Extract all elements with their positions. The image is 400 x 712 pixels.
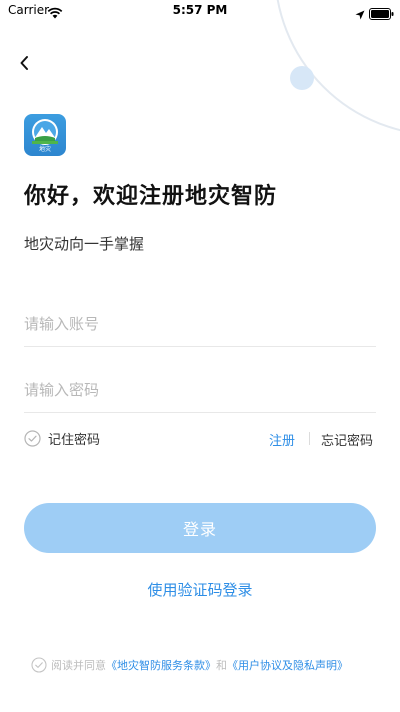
- status-time: 5:57 PM: [172, 3, 228, 17]
- page-title: 你好，欢迎注册地灾智防: [24, 184, 278, 209]
- check-circle-icon: [31, 657, 47, 673]
- links-divider: [309, 432, 310, 445]
- check-circle-icon: [24, 429, 41, 447]
- password-field: [24, 368, 376, 413]
- background-decoration: [276, 0, 400, 132]
- password-input[interactable]: [24, 368, 376, 412]
- remember-password-label: 记住密码: [48, 432, 101, 448]
- app-logo: 地灾: [24, 114, 66, 156]
- terms-link[interactable]: 《地灾智防服务条款》: [106, 657, 216, 673]
- remember-password-checkbox[interactable]: 记住密码: [24, 428, 100, 448]
- account-input[interactable]: [24, 302, 376, 346]
- agreement-row: 阅读并同意 《地灾智防服务条款》 和 《用户协议及隐私声明》: [31, 656, 348, 674]
- account-field: [24, 302, 376, 347]
- battery-icon: [369, 5, 394, 24]
- privacy-link[interactable]: 《用户协议及隐私声明》: [227, 657, 348, 673]
- forgot-password-link[interactable]: 忘记密码: [321, 430, 373, 449]
- login-button[interactable]: 登录: [24, 503, 376, 553]
- chevron-left-icon: [20, 56, 28, 70]
- status-bar: Carrier 5:57 PM: [0, 0, 400, 24]
- app-logo-text: 地灾: [38, 146, 51, 153]
- code-login-link[interactable]: 使用验证码登录: [0, 579, 400, 600]
- register-link[interactable]: 注册: [269, 430, 295, 449]
- location-arrow-icon: [355, 5, 365, 24]
- page-subtitle: 地灾动向一手掌握: [24, 235, 145, 253]
- agreement-prefix: 阅读并同意: [51, 659, 106, 672]
- back-button[interactable]: [12, 50, 36, 76]
- agreement-checkbox[interactable]: [31, 657, 47, 673]
- agreement-conjunction: 和: [216, 659, 227, 672]
